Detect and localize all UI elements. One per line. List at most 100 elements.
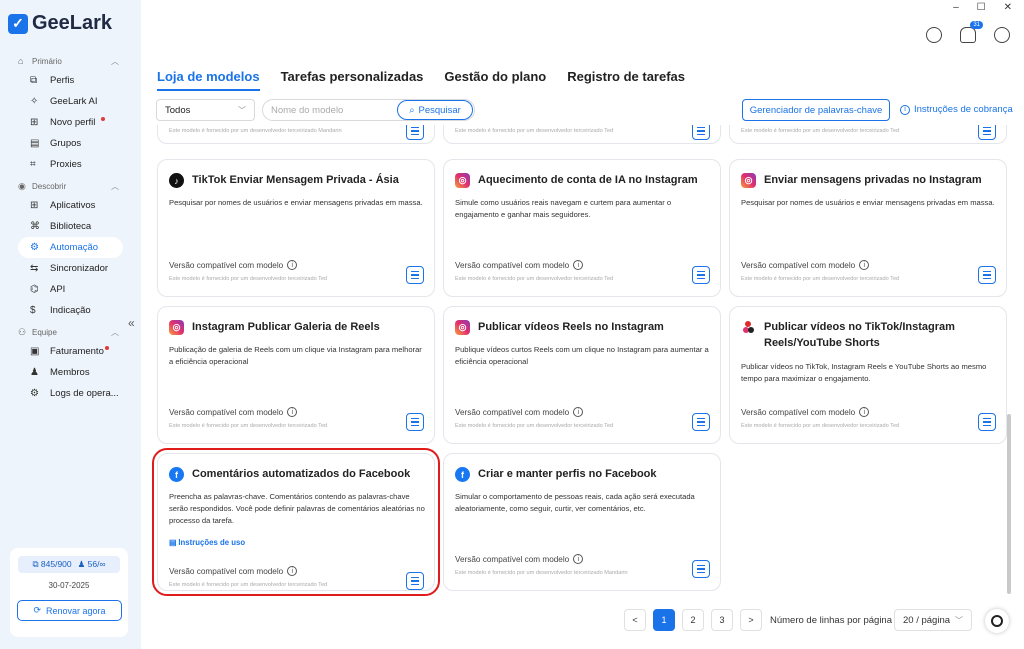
- sidebar-item-automation[interactable]: ⚙ Automação: [18, 237, 123, 258]
- document-icon[interactable]: [978, 266, 996, 284]
- minimize-icon[interactable]: –: [953, 2, 959, 13]
- provider-note: Este modelo é fornecido por um desenvolv…: [455, 128, 614, 134]
- template-card[interactable]: f Criar e manter perfis no Facebook Simul…: [443, 453, 721, 591]
- template-card[interactable]: ◎ Aquecimento de conta de IA no Instagram…: [443, 159, 721, 297]
- sidebar-item-profiles[interactable]: ⧉ Perfis: [18, 70, 123, 91]
- document-icon[interactable]: [692, 413, 710, 431]
- provider-note: Este modelo é fornecido por um desenvolv…: [169, 582, 328, 588]
- section-header-primary[interactable]: ⌂ Primário ︿: [0, 52, 141, 70]
- collapse-sidebar-icon[interactable]: «: [128, 316, 135, 330]
- info-icon[interactable]: i: [287, 260, 298, 270]
- nav-section-primary: ⌂ Primário ︿ ⧉ Perfis ✧ GeeLark AI ⊞ Novo p…: [0, 52, 141, 175]
- user-avatar-icon[interactable]: [994, 27, 1010, 43]
- header-actions: 31: [926, 21, 1010, 43]
- document-icon[interactable]: [692, 266, 710, 284]
- sidebar-item-groups[interactable]: ▤ Grupos: [18, 133, 123, 154]
- info-icon[interactable]: i: [287, 566, 298, 576]
- card-title: Criar e manter perfis no Facebook: [478, 468, 657, 480]
- provider-note: Este modelo é fornecido por um desenvolv…: [455, 276, 614, 282]
- maximize-icon[interactable]: ☐: [977, 2, 986, 13]
- sidebar-item-members[interactable]: ♟ Membros: [18, 362, 123, 383]
- document-icon[interactable]: [692, 560, 710, 578]
- sidebar-item-api[interactable]: ⌬ API: [18, 279, 123, 300]
- page-1-button[interactable]: 1: [653, 609, 675, 631]
- billing-icon: ▣: [30, 346, 40, 357]
- sidebar-item-referral[interactable]: $ Indicação: [18, 300, 123, 321]
- usage-instructions-link[interactable]: ▤ Instruções de uso: [169, 538, 245, 547]
- close-icon[interactable]: ✕: [1004, 2, 1012, 13]
- sidebar-item-new-profile[interactable]: ⊞ Novo perfil: [18, 112, 123, 133]
- document-icon[interactable]: [406, 413, 424, 431]
- tab-plan-management[interactable]: Gestão do plano: [444, 69, 546, 91]
- search-input[interactable]: [271, 103, 393, 117]
- tab-task-log[interactable]: Registro de tarefas: [567, 69, 685, 91]
- assistant-fab-icon[interactable]: [985, 609, 1009, 633]
- chevron-up-icon: ︿: [111, 181, 119, 191]
- compat-version: Versão compatível com modelo i: [455, 260, 584, 270]
- window-controls: – ☐ ✕: [953, 2, 1012, 13]
- template-card[interactable]: ◎ Publicar vídeos Reels no Instagram Publ…: [443, 306, 721, 444]
- template-card[interactable]: ◎ Instagram Publicar Galeria de Reels Pub…: [157, 306, 435, 444]
- rows-per-page-select[interactable]: 20 / página ﹀: [894, 609, 972, 631]
- template-card[interactable]: Publicar vídeos no TikTok/Instagram Reel…: [729, 306, 1007, 444]
- compat-version: Versão compatível com modelo i: [455, 407, 584, 417]
- sidebar: ✓ GeeLark ⌂ Primário ︿ ⧉ Perfis ✧ GeeLark …: [0, 0, 141, 649]
- quota-badge: ⧉ 845/900 ♟ 56/∞: [18, 556, 120, 573]
- sidebar-item-billing[interactable]: ▣ Faturamento: [18, 341, 123, 362]
- info-icon[interactable]: i: [859, 260, 870, 270]
- template-card[interactable]: ♪ TikTok Enviar Mensagem Privada - Ásia P…: [157, 159, 435, 297]
- card-title: Aquecimento de conta de IA no Instagram: [478, 174, 698, 186]
- sidebar-item-library[interactable]: ⌘ Biblioteca: [18, 216, 123, 237]
- sidebar-item-proxies[interactable]: ⌗ Proxies: [18, 154, 123, 175]
- profiles-quota: ⧉ 845/900: [32, 559, 72, 569]
- platform-select[interactable]: Todos ﹀: [156, 99, 255, 121]
- template-card-facebook-comments[interactable]: f Comentários automatizados do Facebook P…: [152, 448, 440, 596]
- page-3-button[interactable]: 3: [711, 609, 733, 631]
- sidebar-item-operation-logs[interactable]: ⚙ Logs de opera...: [18, 383, 123, 404]
- card-description: Pesquisar por nomes de usuários e enviar…: [741, 198, 995, 207]
- sidebar-item-synchronizer[interactable]: ⇆ Sincronizador: [18, 258, 123, 279]
- section-header-team[interactable]: ⚇ Equipe ︿: [0, 323, 141, 341]
- info-icon[interactable]: i: [287, 407, 298, 417]
- support-agent-icon[interactable]: [926, 27, 942, 43]
- keyword-manager-button[interactable]: Gerenciador de palavras-chave: [742, 99, 890, 121]
- scrollbar[interactable]: [1007, 414, 1011, 594]
- facebook-icon: f: [455, 467, 470, 482]
- logs-icon: ⚙: [30, 388, 39, 399]
- app-logo[interactable]: ✓ GeeLark: [8, 12, 112, 35]
- bell-icon[interactable]: 31: [960, 21, 983, 43]
- billing-instructions-link[interactable]: i Instruções de cobrança: [900, 104, 1013, 115]
- multi-platform-icon: [741, 320, 756, 335]
- geelark-logo-icon: ✓: [8, 13, 28, 34]
- instagram-icon: ◎: [169, 320, 184, 335]
- tab-custom-tasks[interactable]: Tarefas personalizadas: [281, 69, 424, 91]
- library-icon: ⌘: [30, 221, 40, 232]
- prev-page-button[interactable]: <: [624, 609, 646, 631]
- ai-icon: ✧: [30, 96, 39, 107]
- document-icon[interactable]: [978, 413, 996, 431]
- info-icon[interactable]: i: [573, 260, 584, 270]
- compat-version: Versão compatível com modelo i: [169, 407, 298, 417]
- app-name: GeeLark: [32, 12, 113, 34]
- provider-note: Este modelo é fornecido por um desenvolv…: [741, 423, 900, 429]
- sidebar-item-apps[interactable]: ⊞ Aplicativos: [18, 195, 123, 216]
- info-icon[interactable]: i: [859, 407, 870, 417]
- proxies-icon: ⌗: [30, 159, 36, 170]
- search-button[interactable]: ⌕ Pesquisar: [397, 100, 473, 120]
- card-title: Comentários automatizados do Facebook: [192, 468, 411, 480]
- next-page-button[interactable]: >: [740, 609, 762, 631]
- info-icon[interactable]: i: [573, 554, 584, 564]
- tab-template-store[interactable]: Loja de modelos: [157, 69, 260, 91]
- sidebar-item-geelark-ai[interactable]: ✧ GeeLark AI: [18, 91, 123, 112]
- section-header-discover[interactable]: ◉ Descobrir ︿: [0, 177, 141, 195]
- home-icon: ⌂: [18, 56, 24, 66]
- renew-button[interactable]: ⟳ Renovar agora: [17, 600, 122, 621]
- info-icon[interactable]: i: [573, 407, 584, 417]
- document-icon[interactable]: [406, 572, 424, 590]
- compat-version: Versão compatível com modelo i: [741, 407, 870, 417]
- document-icon[interactable]: [406, 266, 424, 284]
- page-2-button[interactable]: 2: [682, 609, 704, 631]
- template-card[interactable]: ◎ Enviar mensagens privadas no Instagram …: [729, 159, 1007, 297]
- card-description: Simular o comportamento de pessoas reais…: [455, 492, 695, 513]
- chevron-up-icon: ︿: [111, 56, 119, 66]
